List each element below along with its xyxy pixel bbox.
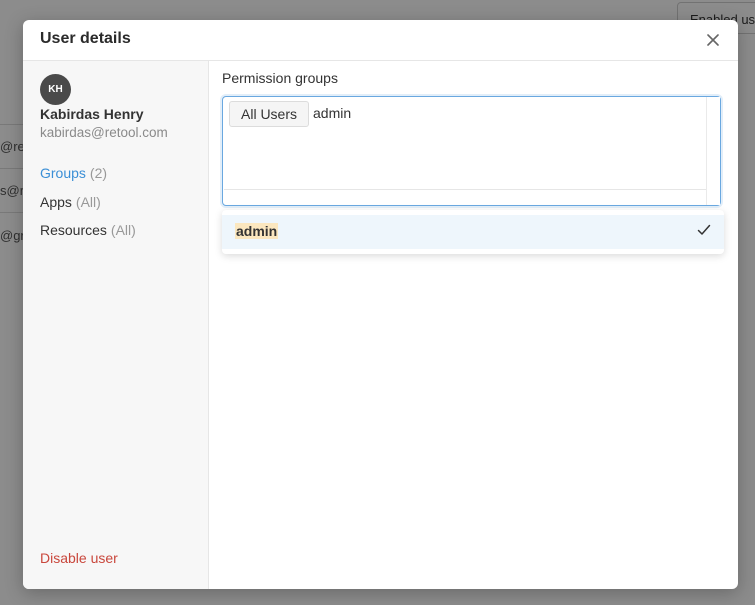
check-icon xyxy=(697,224,711,235)
sidebar-item-groups[interactable]: Groups (2) xyxy=(40,165,107,181)
permission-groups-label: Permission groups xyxy=(222,70,338,86)
user-email: kabirdas@retool.com xyxy=(40,125,168,140)
sidebar-item-count: (All) xyxy=(75,194,101,210)
multiselect-scrollbar[interactable] xyxy=(706,97,720,205)
sidebar-item-label: Groups xyxy=(40,165,86,181)
option-label: admin xyxy=(235,223,279,239)
sidebar-item-label: Resources xyxy=(40,222,107,238)
user-details-modal: User details KH Kabirdas Henry kabirdas@… xyxy=(23,20,738,589)
group-chip[interactable]: All Users xyxy=(229,101,310,127)
disable-user-button[interactable]: Disable user xyxy=(40,550,118,566)
modal-header: User details xyxy=(23,20,738,61)
permission-groups-multiselect[interactable]: All Users xyxy=(222,96,721,206)
group-options-dropdown: admin xyxy=(222,210,724,254)
permissions-panel: Permission groups All Users admin xyxy=(209,61,738,589)
sidebar-item-resources[interactable]: Resources (All) xyxy=(40,222,136,238)
user-name: Kabirdas Henry xyxy=(40,106,144,122)
sidebar-item-apps[interactable]: Apps (All) xyxy=(40,194,101,210)
multiselect-divider xyxy=(224,189,706,190)
group-option-admin[interactable]: admin xyxy=(222,215,724,249)
sidebar-item-label: Apps xyxy=(40,194,72,210)
user-sidebar: KH Kabirdas Henry kabirdas@retool.com Gr… xyxy=(23,61,209,589)
modal-title: User details xyxy=(40,30,131,47)
sidebar-item-count: (All) xyxy=(110,222,136,238)
close-button[interactable] xyxy=(702,29,724,51)
sidebar-item-count: (2) xyxy=(89,165,108,181)
avatar: KH xyxy=(40,74,71,105)
close-icon xyxy=(707,34,719,46)
group-search-input[interactable] xyxy=(313,102,613,124)
